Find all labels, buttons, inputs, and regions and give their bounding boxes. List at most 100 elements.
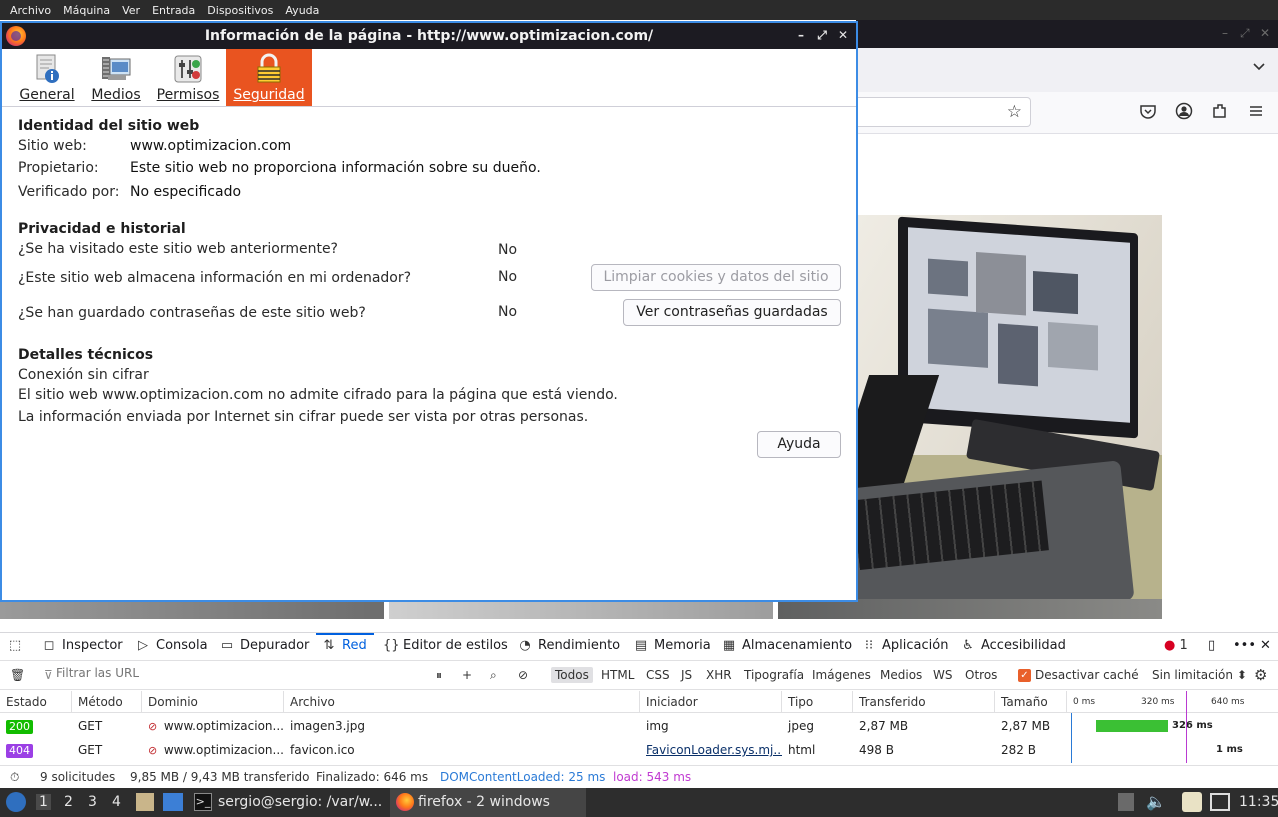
add-icon[interactable]: + — [462, 668, 472, 682]
clear-cookies-button[interactable]: Limpiar cookies y datos del sitio — [591, 264, 841, 291]
block-icon[interactable]: ⊘ — [518, 668, 528, 682]
workspace-1[interactable]: 1 — [36, 794, 51, 810]
console-icon: ▷ — [138, 638, 148, 653]
tab-style-editor[interactable]: {} Editor de estilos — [383, 638, 508, 653]
workspace-4[interactable]: 4 — [112, 794, 121, 810]
col-type[interactable]: Tipo — [782, 691, 853, 713]
hamburger-menu-icon[interactable] — [1246, 101, 1266, 121]
inspector-icon: ◻ — [43, 638, 55, 653]
close-devtools-icon[interactable]: ✕ — [1260, 638, 1271, 653]
minimize-icon[interactable]: – — [792, 26, 810, 44]
insecure-lock-icon: ⊘ — [148, 744, 158, 757]
summary-finished: Finalizado: 646 ms — [316, 770, 429, 784]
more-options-icon[interactable]: ••• — [1233, 638, 1256, 653]
request-initiator: img — [646, 719, 669, 733]
disable-cache-checkbox[interactable]: ✓ — [1018, 669, 1031, 682]
clipboard-icon[interactable] — [1182, 792, 1202, 812]
url-bar[interactable]: ☆ — [856, 97, 1031, 127]
taskbar: 1 2 3 4 >_ sergio@sergio: /var/w... fire… — [0, 788, 1278, 817]
volume-icon[interactable]: 🔈 — [1146, 792, 1166, 811]
network-summary: ⏱ 9 solicitudes 9,85 MB / 9,43 MB transf… — [0, 765, 1278, 789]
tab-performance[interactable]: ◔ Rendimiento — [518, 638, 620, 653]
search-icon[interactable]: ⌕ — [490, 668, 497, 683]
pocket-icon[interactable] — [1138, 101, 1158, 121]
tab-inspector[interactable]: ◻ Inspector — [42, 638, 123, 653]
col-file[interactable]: Archivo — [284, 691, 640, 713]
vm-menu-dispositivos[interactable]: Dispositivos — [201, 4, 279, 17]
firefox-task[interactable]: firefox - 2 windows — [418, 794, 550, 810]
network-status-icon[interactable] — [1210, 793, 1230, 811]
terminal-task[interactable]: sergio@sergio: /var/w... — [218, 794, 382, 810]
vm-menu-ayuda[interactable]: Ayuda — [279, 4, 325, 17]
privacy-heading: Privacidad e historial — [18, 221, 186, 237]
start-menu-icon[interactable] — [6, 792, 26, 812]
tab-general[interactable]: General — [18, 49, 76, 106]
encryption-notice: El sitio web www.optimizacion.com no adm… — [18, 387, 618, 403]
active-tab-indicator — [316, 633, 374, 635]
filter-xhr[interactable]: XHR — [702, 667, 736, 683]
extensions-icon[interactable] — [1210, 101, 1230, 121]
pause-icon[interactable]: ⏸ — [436, 668, 442, 683]
filter-images[interactable]: Imágenes — [808, 667, 875, 683]
tab-console[interactable]: ▷ Consola — [136, 638, 208, 653]
request-initiator-link[interactable]: FaviconLoader.sys.mj... — [640, 738, 782, 762]
filter-ws[interactable]: WS — [929, 667, 956, 683]
col-domain[interactable]: Dominio — [142, 691, 284, 713]
filter-other[interactable]: Otros — [961, 667, 1001, 683]
tab-permisos[interactable]: Permisos — [156, 49, 220, 106]
visited-answer: No — [498, 242, 518, 258]
vm-menu-ver[interactable]: Ver — [116, 4, 146, 17]
desktop-icon[interactable] — [163, 793, 183, 811]
vm-menu-archivo[interactable]: Archivo — [4, 4, 57, 17]
settings-gear-icon[interactable]: ⚙ — [1254, 666, 1267, 684]
tab-application[interactable]: ⁝⁝ Aplicación — [862, 638, 949, 653]
account-icon[interactable] — [1174, 101, 1194, 121]
notification-icon[interactable] — [1118, 793, 1134, 811]
star-icon[interactable]: ☆ — [1007, 102, 1022, 122]
media-icon — [102, 57, 131, 80]
filter-js[interactable]: JS — [677, 667, 696, 683]
tab-network[interactable]: ⇅ Red — [322, 638, 367, 653]
workspace-2[interactable]: 2 — [64, 794, 73, 810]
minimize-icon[interactable]: – — [1222, 26, 1228, 40]
filter-fonts[interactable]: Tipografía — [740, 667, 808, 683]
tab-storage[interactable]: ▦ Almacenamiento — [722, 638, 852, 653]
chevron-down-icon[interactable] — [1252, 60, 1266, 74]
col-transferred[interactable]: Transferido — [853, 691, 995, 713]
help-button[interactable]: Ayuda — [757, 431, 841, 458]
close-icon[interactable]: ✕ — [1260, 26, 1270, 40]
filter-all[interactable]: Todos — [551, 667, 593, 683]
col-size[interactable]: Tamaño — [995, 691, 1067, 713]
tab-debugger[interactable]: ▭ Depurador — [220, 638, 310, 653]
responsive-mode-icon[interactable]: ▯ — [1208, 638, 1215, 653]
verified-value: No especificado — [130, 184, 242, 200]
col-status[interactable]: Estado — [0, 691, 72, 713]
tab-seguridad[interactable]: Seguridad — [226, 49, 312, 106]
workspace-3[interactable]: 3 — [88, 794, 97, 810]
throttling-select[interactable]: Sin limitación ⬍ — [1152, 668, 1247, 682]
error-count-badge[interactable]: ● 1 — [1164, 638, 1188, 653]
style-editor-icon: {} — [383, 638, 400, 653]
tab-medios[interactable]: Medios — [86, 49, 146, 106]
col-method[interactable]: Método — [72, 691, 142, 713]
file-manager-icon[interactable] — [136, 793, 154, 811]
view-passwords-button[interactable]: Ver contraseñas guardadas — [623, 299, 841, 326]
maximize-icon[interactable]: ⤢ — [813, 26, 831, 44]
request-size: 2,87 MB — [1001, 719, 1051, 733]
filter-html[interactable]: HTML — [597, 667, 638, 683]
tab-accessibility[interactable]: ♿ Accesibilidad — [961, 638, 1066, 653]
filter-media[interactable]: Medios — [876, 667, 926, 683]
vm-menu-maquina[interactable]: Máquina — [57, 4, 116, 17]
close-icon[interactable]: ✕ — [834, 26, 852, 44]
col-waterfall[interactable]: 0 ms 320 ms 640 ms — [1067, 691, 1278, 713]
filter-url-input[interactable] — [56, 666, 416, 680]
status-badge: 200 — [6, 720, 33, 734]
summary-domcontentloaded: DOMContentLoaded: 25 ms — [440, 770, 606, 784]
vm-menu-entrada[interactable]: Entrada — [146, 4, 201, 17]
tab-memory[interactable]: ▤ Memoria — [634, 638, 711, 653]
pick-element-icon[interactable]: ⬚ — [8, 638, 28, 653]
filter-css[interactable]: CSS — [642, 667, 674, 683]
maximize-icon[interactable]: ⤢ — [1240, 26, 1250, 41]
col-initiator[interactable]: Iniciador — [640, 691, 782, 713]
trash-icon[interactable]: 🗑 — [10, 668, 25, 682]
